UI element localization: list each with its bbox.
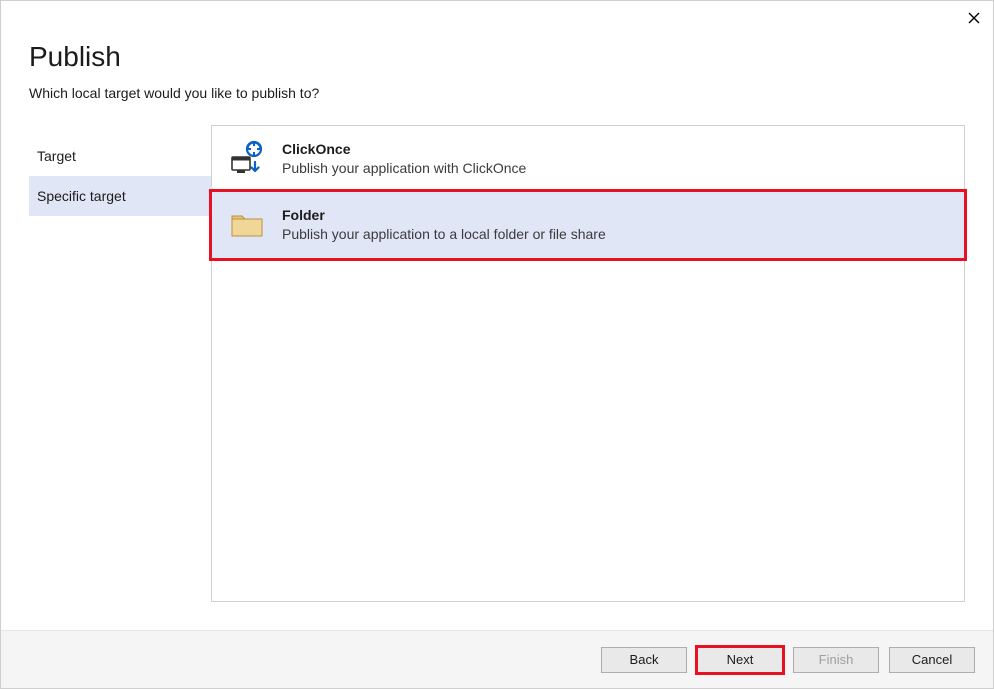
back-button[interactable]: Back bbox=[601, 647, 687, 673]
sidebar-item-label: Specific target bbox=[37, 188, 126, 204]
option-description: Publish your application with ClickOnce bbox=[282, 160, 948, 176]
content-area: Target Specific target bbox=[1, 125, 993, 602]
dialog-footer: Back Next Finish Cancel bbox=[1, 630, 993, 688]
wizard-steps-sidebar: Target Specific target bbox=[29, 125, 211, 602]
option-text: Folder Publish your application to a loc… bbox=[282, 206, 948, 242]
close-icon bbox=[968, 12, 980, 24]
option-title: Folder bbox=[282, 207, 948, 223]
sidebar-item-specific-target[interactable]: Specific target bbox=[29, 176, 211, 216]
option-folder[interactable]: Folder Publish your application to a loc… bbox=[209, 189, 967, 261]
next-button[interactable]: Next bbox=[695, 645, 785, 675]
page-title: Publish bbox=[29, 41, 965, 73]
option-text: ClickOnce Publish your application with … bbox=[282, 140, 948, 176]
sidebar-item-label: Target bbox=[37, 148, 76, 164]
options-panel: ClickOnce Publish your application with … bbox=[211, 125, 965, 602]
dialog-header: Publish Which local target would you lik… bbox=[1, 1, 993, 125]
clickonce-icon bbox=[228, 140, 266, 178]
folder-icon bbox=[228, 206, 266, 244]
page-subtitle: Which local target would you like to pub… bbox=[29, 85, 965, 101]
cancel-button[interactable]: Cancel bbox=[889, 647, 975, 673]
option-description: Publish your application to a local fold… bbox=[282, 226, 948, 242]
option-title: ClickOnce bbox=[282, 141, 948, 157]
close-button[interactable] bbox=[962, 6, 986, 30]
finish-button: Finish bbox=[793, 647, 879, 673]
option-clickonce[interactable]: ClickOnce Publish your application with … bbox=[212, 126, 964, 192]
sidebar-item-target[interactable]: Target bbox=[29, 136, 211, 176]
publish-dialog: Publish Which local target would you lik… bbox=[0, 0, 994, 689]
